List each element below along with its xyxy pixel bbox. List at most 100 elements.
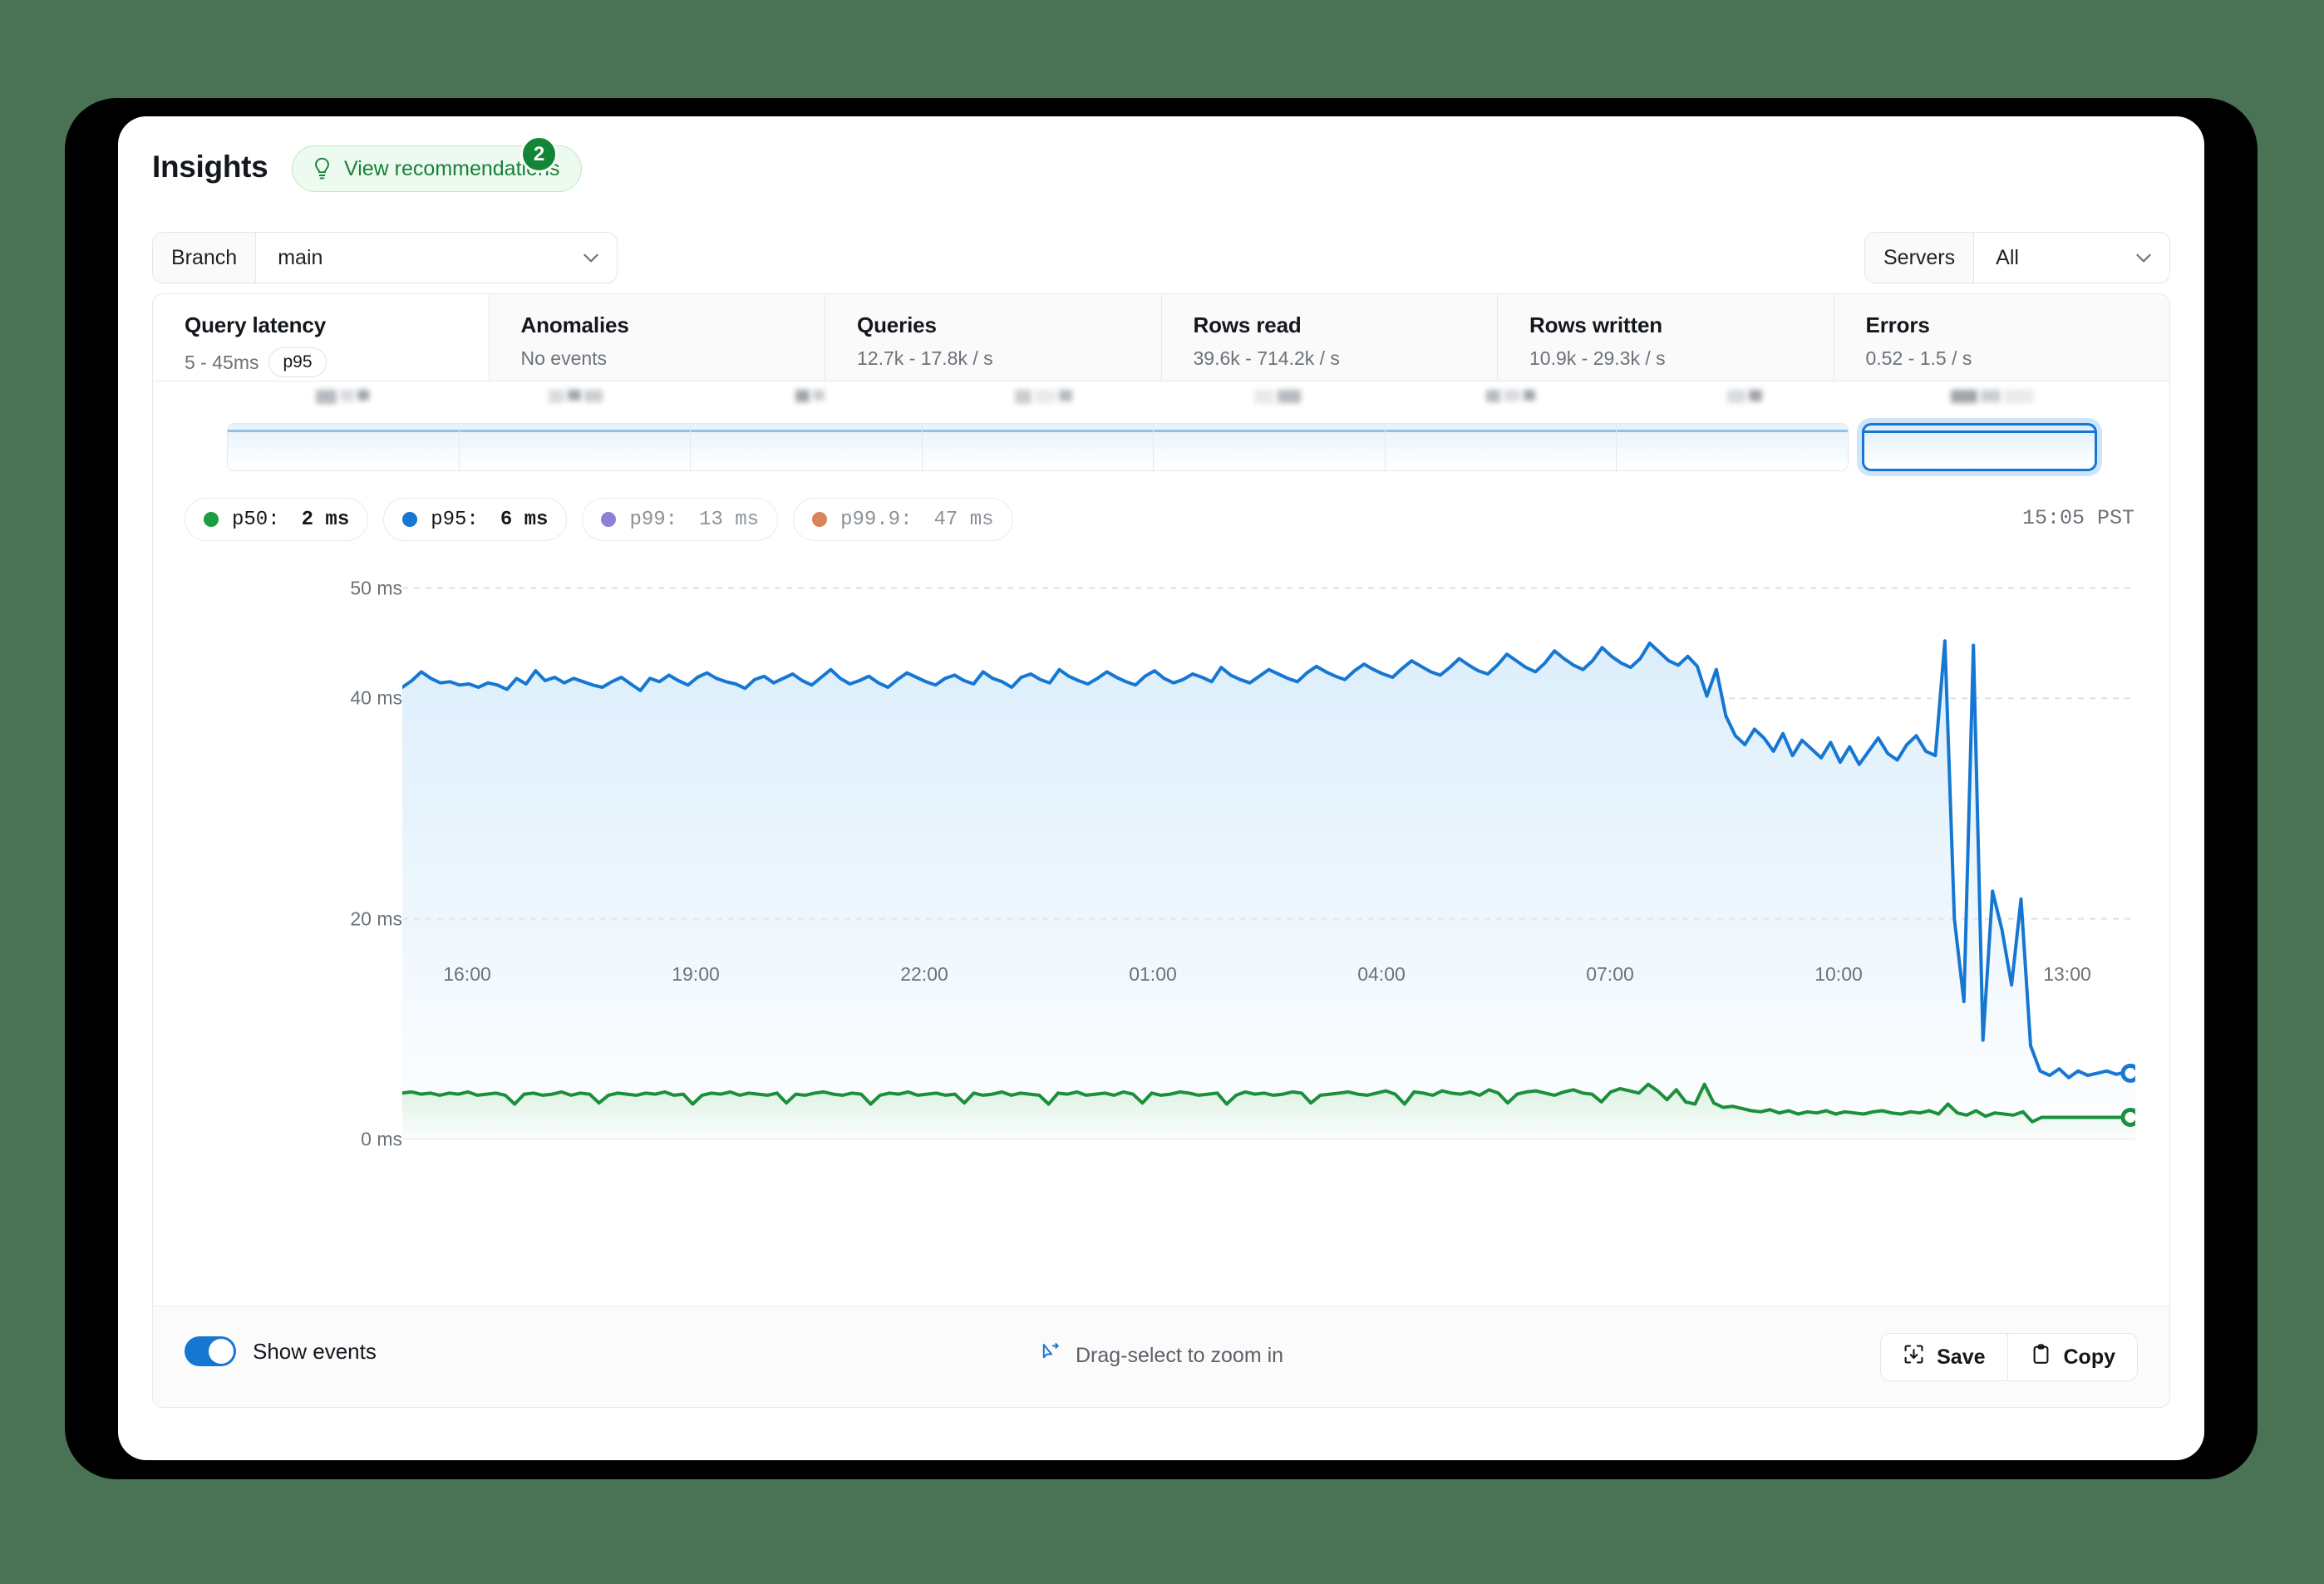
metric-tab-anomalies[interactable]: Anomalies No events xyxy=(489,294,825,381)
metric-tab-errors[interactable]: Errors 0.52 - 1.5 / s xyxy=(1834,294,2170,381)
x-axis-tick-label: 22:00 xyxy=(900,963,948,985)
copy-button[interactable]: Copy xyxy=(2006,1334,2137,1380)
chart-panel: 15:05 PST p50: 2 ms p95: 6 ms p99: 13 ms p99.9… xyxy=(152,381,2170,1408)
metric-tab-queries[interactable]: Queries 12.7k - 17.8k / s xyxy=(825,294,1162,381)
x-axis-tick-label: 07:00 xyxy=(1586,963,1634,985)
x-axis-tick-label: 16:00 xyxy=(443,963,491,985)
metric-tab-subtitle: 12.7k - 17.8k / s xyxy=(857,347,1161,370)
timeline-date-label-redacted xyxy=(315,390,372,418)
latency-chart-svg[interactable] xyxy=(402,566,2135,1139)
y-axis-tick-label: 40 ms xyxy=(350,686,402,709)
show-events-control[interactable]: Show events xyxy=(185,1336,377,1366)
chart-timestamp: 15:05 PST xyxy=(2021,506,2134,530)
series-end-marker-p95 xyxy=(2120,1063,2135,1083)
x-axis-tick-label: 04:00 xyxy=(1357,963,1406,985)
branch-selector[interactable]: Branch main xyxy=(152,232,618,283)
show-events-label: Show events xyxy=(253,1338,377,1364)
timeline-date-label-redacted xyxy=(549,390,606,418)
legend-series-value: 13 ms xyxy=(699,508,760,531)
metric-tab-title: Rows read xyxy=(1193,312,1302,337)
metric-tab-percentile-badge[interactable]: p95 xyxy=(268,347,327,377)
clipboard-icon xyxy=(2030,1343,2052,1371)
chevron-down-icon[interactable] xyxy=(580,233,617,283)
branch-value[interactable]: main xyxy=(256,233,580,283)
legend-chip-p50[interactable]: p50: 2 ms xyxy=(185,498,369,541)
metric-tab-range: 5 - 45ms xyxy=(185,351,259,373)
timeline-segment-selected[interactable] xyxy=(1861,423,2097,471)
chart-legend: 15:05 PST p50: 2 ms p95: 6 ms p99: 13 ms p99.9… xyxy=(153,498,2169,556)
timeline-segment[interactable] xyxy=(1153,423,1385,471)
timeline-segment[interactable] xyxy=(921,423,1153,471)
metric-tab-subtitle: 39.6k - 714.2k / s xyxy=(1194,347,1498,370)
timeline-date-label-redacted xyxy=(795,390,828,418)
x-axis: 16:00 19:00 22:00 01:00 04:00 07:00 10:00 13:00 xyxy=(402,963,2135,996)
x-axis-tick-label: 19:00 xyxy=(672,963,720,985)
legend-color-dot xyxy=(601,512,617,527)
metric-tab-range: 10.9k - 29.3k / s xyxy=(1529,347,1666,369)
timeline-track[interactable] xyxy=(227,423,2097,471)
page-header: Insights View recommendations 2 xyxy=(118,116,2204,214)
drag-select-cursor-icon xyxy=(1039,1341,1062,1370)
metric-tab-title: Anomalies xyxy=(520,312,629,337)
page-title: Insights xyxy=(152,150,268,184)
plot-area[interactable]: 0 ms 20 ms 40 ms 50 ms xyxy=(153,566,2169,1150)
timeline-date-label-redacted xyxy=(1727,390,1765,418)
metric-tab-title: Rows written xyxy=(1529,312,1662,337)
metric-tab-query-latency[interactable]: Query latency 5 - 45ms p95 xyxy=(153,294,490,381)
timeline-segment[interactable] xyxy=(227,423,459,471)
app-window: Insights View recommendations 2 Branch m… xyxy=(118,116,2204,1460)
drag-select-hint-label: Drag-select to zoom in xyxy=(1075,1344,1284,1367)
y-axis-tick-label: 0 ms xyxy=(361,1128,402,1150)
timeline-sparkline xyxy=(228,430,459,432)
timeline-sparkline xyxy=(1864,430,2095,433)
legend-color-dot xyxy=(402,512,418,527)
legend-series-value: 2 ms xyxy=(301,508,350,531)
legend-chip-p99-9[interactable]: p99.9: 47 ms xyxy=(793,498,1013,541)
timeline-segment[interactable] xyxy=(690,423,922,471)
timeline-sparkline xyxy=(922,430,1153,432)
y-axis-tick-label: 50 ms xyxy=(350,577,402,599)
timeline-segment[interactable] xyxy=(1384,423,1616,471)
save-button[interactable]: Save xyxy=(1881,1334,2007,1380)
chevron-down-icon[interactable] xyxy=(2133,233,2169,283)
metric-tabs: Query latency 5 - 45ms p95 Anomalies No even… xyxy=(152,293,2170,381)
legend-color-dot xyxy=(204,512,219,527)
drag-select-hint: Drag-select to zoom in xyxy=(1039,1341,1283,1370)
legend-series-value: 47 ms xyxy=(933,508,994,531)
timeline-segment[interactable] xyxy=(1616,423,1849,471)
legend-chip-p99[interactable]: p99: 13 ms xyxy=(582,498,779,541)
timeline-sparkline xyxy=(1385,430,1616,432)
show-events-toggle[interactable] xyxy=(185,1336,236,1366)
timeline-date-label-redacted xyxy=(1014,390,1076,418)
metric-tab-subtitle: 0.52 - 1.5 / s xyxy=(1866,347,2170,370)
timeline-date-label-redacted xyxy=(1486,390,1539,418)
metric-tab-title: Query latency xyxy=(185,312,327,337)
x-axis-tick-label: 13:00 xyxy=(2043,963,2091,985)
metric-tab-subtitle: No events xyxy=(521,347,825,370)
filter-row: Branch main Servers All xyxy=(118,218,2204,298)
lightbulb-icon xyxy=(311,156,333,181)
servers-selector[interactable]: Servers All xyxy=(1864,232,2170,283)
timeline-labels xyxy=(153,390,2169,421)
timeline-date-label-redacted xyxy=(1253,390,1304,418)
legend-color-dot xyxy=(812,512,828,527)
metric-tab-rows-read[interactable]: Rows read 39.6k - 714.2k / s xyxy=(1161,294,1498,381)
servers-value[interactable]: All xyxy=(1974,233,2133,283)
timeline-date-label-redacted xyxy=(1950,390,2036,418)
recommendations-count-badge: 2 xyxy=(520,135,558,173)
save-label: Save xyxy=(1937,1345,1986,1369)
servers-label: Servers xyxy=(1865,233,1975,283)
legend-chip-p95[interactable]: p95: 6 ms xyxy=(383,498,568,541)
metric-tab-range: No events xyxy=(520,347,608,369)
metric-tab-rows-written[interactable]: Rows written 10.9k - 29.3k / s xyxy=(1498,294,1834,381)
download-icon xyxy=(1903,1343,1925,1371)
legend-series-value: 6 ms xyxy=(500,508,549,531)
chart-footer: Show events Drag-select to zoom in Save … xyxy=(153,1306,2169,1407)
y-axis-tick-label: 20 ms xyxy=(350,908,402,930)
timeline-segment[interactable] xyxy=(458,423,690,471)
metric-tab-title: Queries xyxy=(857,312,937,337)
mini-timeline[interactable] xyxy=(153,381,2169,491)
branch-label: Branch xyxy=(153,233,257,283)
legend-series-name: p99.9: xyxy=(840,508,913,531)
metric-tab-title: Errors xyxy=(1865,312,1930,337)
